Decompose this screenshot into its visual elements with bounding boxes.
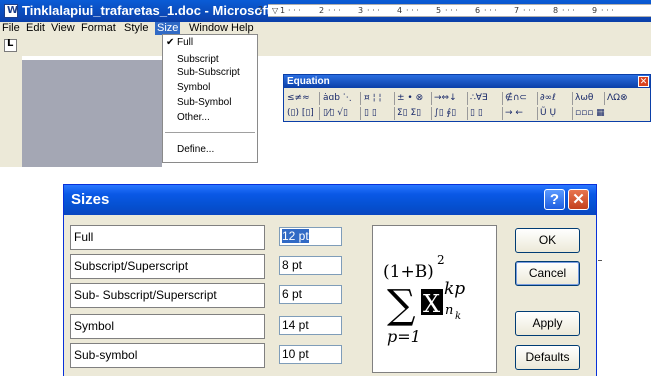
fraction-radical-templates-button[interactable]: ▯⁄▯ √▯ xyxy=(323,106,348,121)
size-label: Full xyxy=(70,225,265,250)
preview-subscript-k: k xyxy=(455,311,461,322)
size-row-subscript: Subscript/Superscript 8 pt xyxy=(70,254,370,279)
menu-style[interactable]: Style xyxy=(122,22,150,35)
size-input-sub-subscript[interactable]: 6 pt xyxy=(279,285,342,304)
menu-format[interactable]: Format xyxy=(79,22,118,35)
products-set-templates-button[interactable]: Ũ Ụ xyxy=(540,106,556,121)
ruler-tick: 4 xyxy=(397,6,403,15)
greek-lowercase-button[interactable]: λωθ xyxy=(575,91,593,106)
close-icon[interactable]: ✕ xyxy=(568,189,589,210)
labeled-arrow-templates-button[interactable]: → ← xyxy=(505,106,523,121)
size-menu-item-full[interactable]: ✔ Full xyxy=(163,36,257,49)
menu-view[interactable]: View xyxy=(49,22,77,35)
indent-marker-icon[interactable]: ▽ xyxy=(272,5,278,16)
menu-bar: File Edit View Format Style Size Window … xyxy=(0,22,651,35)
cancel-button[interactable]: Cancel xyxy=(515,261,580,286)
size-menu-item-define[interactable]: Define... xyxy=(163,143,257,156)
size-menu-item-subscript[interactable]: Subscript xyxy=(163,53,257,66)
menu-edit[interactable]: Edit xyxy=(24,22,47,35)
stray-mark xyxy=(598,260,602,261)
horizontal-ruler[interactable]: ▽ 1 · · · 2 · · · 3 · · · 4 · · · 5 · · … xyxy=(268,4,651,17)
size-menu-item-sub-symbol[interactable]: Sub-Symbol xyxy=(163,96,257,109)
set-theory-button[interactable]: ∉∩⊂ xyxy=(505,91,527,106)
logical-symbols-button[interactable]: ∴∀∃ xyxy=(470,91,488,106)
subscript-superscript-templates-button[interactable]: ▯ ▯ xyxy=(364,106,377,121)
menu-separator xyxy=(165,132,255,133)
word-document-icon: W xyxy=(4,4,18,18)
size-label: Subscript/Superscript xyxy=(70,254,265,279)
size-label: Sub- Subscript/Superscript xyxy=(70,283,265,308)
relational-symbols-button[interactable]: ≤≠≈ xyxy=(287,91,310,106)
window-title: Tinklalapiui_trafaretas_1.doc - Microsof… xyxy=(22,3,308,18)
dialog-title-bar[interactable]: Sizes ? ✕ xyxy=(64,185,596,215)
word-window: W Tinklalapiui_trafaretas_1.doc - Micros… xyxy=(0,0,651,167)
size-input-subscript[interactable]: 8 pt xyxy=(279,256,342,275)
integral-templates-button[interactable]: ∫▯ ∮▯ xyxy=(434,106,456,121)
size-label: Sub-symbol xyxy=(70,343,265,368)
apply-button[interactable]: Apply xyxy=(515,311,580,336)
arrow-symbols-button[interactable]: →⇔↓ xyxy=(434,91,457,106)
ruler-tick: 9 xyxy=(592,6,598,15)
left-gutter xyxy=(0,56,22,167)
size-input-symbol[interactable]: 14 pt xyxy=(279,316,342,335)
ruler-tick: 2 xyxy=(319,6,325,15)
ok-button[interactable]: OK xyxy=(515,228,580,253)
equation-toolbar-row-1: ≤≠≈ ȧɑb ⋱ ¤ ¦ ¦ ± • ⊗ →⇔↓ ∴∀∃ ∉∩⊂ ∂∞ℓ λω… xyxy=(287,91,649,106)
operator-symbols-button[interactable]: ± • ⊗ xyxy=(397,91,423,106)
page-thumbnail xyxy=(22,60,162,167)
preview-sum-symbol: ∑ xyxy=(387,282,416,328)
checkmark-icon: ✔ xyxy=(166,37,175,48)
sizes-dialog: Sizes ? ✕ Full 12 pt Subscript/Superscri… xyxy=(63,184,597,376)
greek-uppercase-button[interactable]: ΛΩ⊗ xyxy=(607,91,628,106)
ruler-row: L xyxy=(0,35,651,56)
help-icon[interactable]: ? xyxy=(544,189,565,210)
underbar-overbar-templates-button[interactable]: ▯ ▯ xyxy=(470,106,483,121)
menu-file[interactable]: File xyxy=(0,22,22,35)
size-input-sub-symbol[interactable]: 10 pt xyxy=(279,345,342,364)
ruler-tick: 1 xyxy=(280,6,286,15)
size-menu-dropdown: ✔ Full Subscript Sub-Subscript Symbol Su… xyxy=(162,34,258,163)
ruler-left-number: 2 xyxy=(258,5,264,14)
size-row-symbol: Symbol 14 pt xyxy=(70,314,370,339)
size-row-sub-symbol: Sub-symbol 10 pt xyxy=(70,343,370,368)
preview-superscript: kp xyxy=(444,279,465,299)
misc-symbols-button[interactable]: ∂∞ℓ xyxy=(540,91,556,106)
ruler-tick: 6 xyxy=(475,6,481,15)
ruler-tick: 7 xyxy=(514,6,520,15)
defaults-button[interactable]: Defaults xyxy=(515,345,580,370)
size-row-full: Full 12 pt xyxy=(70,225,370,250)
summation-templates-button[interactable]: Σ▯ Σ▯ xyxy=(397,106,421,121)
equation-toolbar: Equation ✕ ≤≠≈ ȧɑb ⋱ ¤ ¦ ¦ ± • ⊗ →⇔↓ ∴∀∃… xyxy=(283,74,651,122)
ruler-tick: 8 xyxy=(553,6,559,15)
equation-toolbar-title[interactable]: Equation xyxy=(284,75,650,88)
ruler-tick: 3 xyxy=(358,6,364,15)
preview-subscript-n: n xyxy=(445,303,453,318)
size-label: Symbol xyxy=(70,314,265,339)
close-icon[interactable]: ✕ xyxy=(638,76,649,87)
size-menu-item-symbol[interactable]: Symbol xyxy=(163,81,257,94)
fence-templates-button[interactable]: (▯) [▯] xyxy=(287,106,314,121)
embellishments-button[interactable]: ¤ ¦ ¦ xyxy=(364,91,382,106)
preview-paren-expr: (1+B) xyxy=(383,262,434,282)
equation-toolbar-row-2: (▯) [▯] ▯⁄▯ √▯ ▯ ▯ Σ▯ Σ▯ ∫▯ ∮▯ ▯ ▯ → ← Ũ… xyxy=(287,106,649,121)
preview-formula: (1+B) 2 ∑ X kp n k p=1 xyxy=(383,253,465,346)
preview-box: (1+B) 2 ∑ X kp n k p=1 xyxy=(372,225,497,373)
tab-stop-selector[interactable]: L xyxy=(4,38,17,52)
dialog-title: Sizes xyxy=(71,191,110,208)
preview-variable: X xyxy=(423,290,440,318)
ruler-tick: 5 xyxy=(436,6,442,15)
size-menu-item-other[interactable]: Other... xyxy=(163,111,257,124)
spaces-ellipses-button[interactable]: ȧɑb ⋱ xyxy=(323,91,352,106)
preview-exponent: 2 xyxy=(437,253,445,267)
matrix-templates-button[interactable]: ▫▫▫ ▦ xyxy=(575,106,605,121)
size-input-full[interactable]: 12 pt xyxy=(279,227,342,246)
size-row-sub-subscript: Sub- Subscript/Superscript 6 pt xyxy=(70,283,370,308)
preview-sum-lower: p=1 xyxy=(387,327,421,346)
size-menu-item-sub-subscript[interactable]: Sub-Subscript xyxy=(163,66,257,79)
